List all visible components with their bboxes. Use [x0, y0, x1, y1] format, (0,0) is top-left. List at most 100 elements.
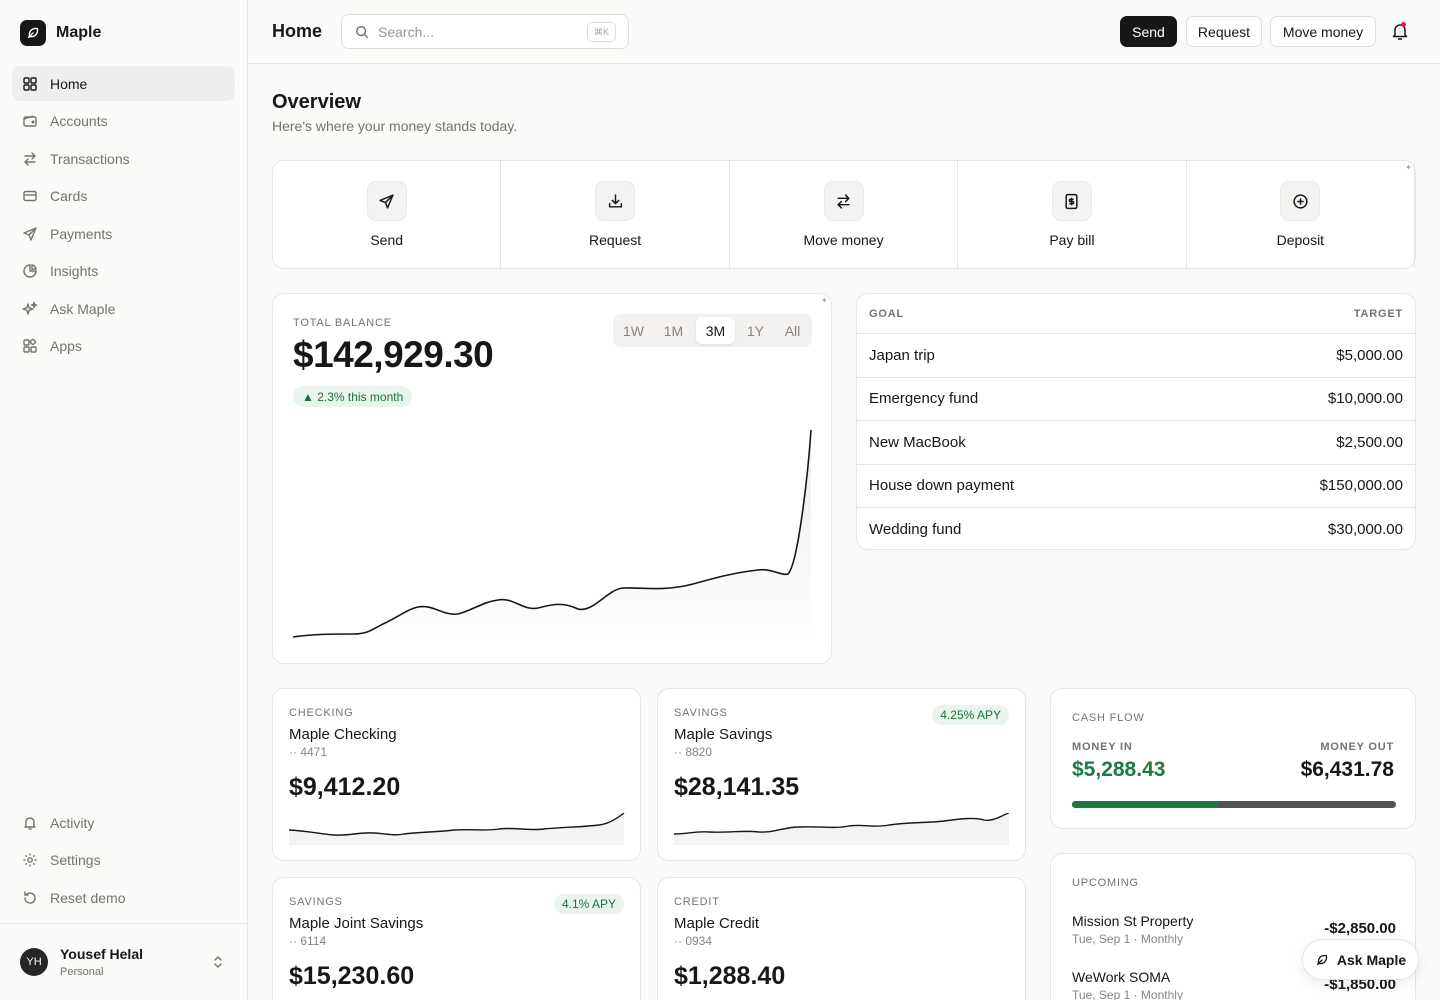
goal-target: $150,000.00: [1319, 477, 1403, 495]
account-number: ·· 8820: [674, 745, 713, 759]
goals-header: GOAL TARGET: [857, 294, 1415, 334]
quick-action-label: Deposit: [1276, 232, 1325, 248]
account-name: Maple Joint Savings: [289, 915, 424, 932]
chevron-up-down-icon[interactable]: [212, 954, 224, 970]
quick-action-deposit[interactable]: Deposit: [1187, 161, 1416, 268]
gear-icon: [23, 853, 37, 867]
apps-icon: [23, 338, 37, 353]
sidebar-item-accounts[interactable]: Accounts: [12, 104, 235, 139]
user-name: Yousef Helal: [60, 946, 143, 962]
reset-icon: [24, 890, 36, 904]
sidebar-nav: Home Accounts Transactions Cards Payment…: [12, 66, 235, 366]
quick-action-move-money[interactable]: Move money: [730, 161, 959, 268]
goal-target: $30,000.00: [1327, 521, 1403, 539]
sidebar-item-transactions[interactable]: Transactions: [12, 141, 235, 176]
sidebar-item-label: Payments: [50, 225, 113, 242]
account-balance: $1,288.40: [674, 962, 786, 990]
range-1m[interactable]: 1M: [655, 317, 692, 344]
table-row[interactable]: Japan trip $5,000.00: [857, 334, 1415, 378]
cash-flow-bar-in: [1072, 801, 1219, 808]
sidebar-item-payments[interactable]: Payments: [12, 216, 235, 251]
quick-action-label: Send: [370, 232, 404, 248]
send-button[interactable]: Send: [1120, 16, 1177, 47]
sidebar-item-cards[interactable]: Cards: [12, 179, 235, 214]
sidebar-item-settings[interactable]: Settings: [12, 843, 235, 878]
sidebar-item-ask-maple[interactable]: Ask Maple: [12, 291, 235, 326]
table-row[interactable]: House down payment $150,000.00: [857, 465, 1415, 508]
account-card-joint-savings[interactable]: SAVINGS 4.1% APY Maple Joint Savings ·· …: [272, 877, 641, 1000]
quick-action-request[interactable]: Request: [501, 161, 730, 268]
brand[interactable]: Maple: [20, 20, 101, 46]
money-out-value: $6,431.78: [1300, 758, 1394, 781]
range-1y[interactable]: 1Y: [739, 317, 772, 344]
account-number: ·· 4471: [289, 745, 328, 759]
sidebar: Maple Home Accounts Transactions Cards P…: [0, 0, 248, 1000]
ask-maple-button[interactable]: Ask Maple: [1302, 939, 1419, 980]
quick-action-send[interactable]: Send: [273, 161, 502, 268]
account-balance: $9,412.20: [289, 773, 401, 801]
table-row[interactable]: Emergency fund $10,000.00: [857, 378, 1415, 421]
range-selector: 1W 1M 3M 1Y All: [613, 314, 812, 347]
sidebar-item-label: Activity: [50, 814, 95, 831]
account-type: CREDIT: [674, 896, 720, 908]
sidebar-item-label: Accounts: [50, 113, 108, 129]
sidebar-item-insights[interactable]: Insights: [12, 254, 235, 289]
quick-action-label: Request: [589, 232, 642, 248]
account-sparkline: [674, 813, 1010, 845]
account-name: Maple Checking: [289, 726, 397, 743]
sidebar-item-activity[interactable]: Activity: [12, 805, 235, 840]
range-1w[interactable]: 1W: [616, 317, 651, 344]
account-card-checking[interactable]: CHECKING Maple Checking ·· 4471 $9,412.2…: [272, 688, 641, 861]
search-input[interactable]: [378, 23, 578, 41]
sidebar-item-label: Reset demo: [50, 889, 126, 906]
account-number: ·· 6114: [289, 934, 327, 948]
user-menu[interactable]: YH Yousef Helal Personal: [0, 923, 247, 1000]
sidebar-item-apps[interactable]: Apps: [12, 329, 235, 364]
goal-target: $5,000.00: [1336, 346, 1403, 364]
request-button[interactable]: Request: [1186, 16, 1262, 47]
goal-target: $2,500.00: [1336, 433, 1403, 451]
quick-action-pay-bill[interactable]: Pay bill: [958, 161, 1187, 268]
account-card-savings[interactable]: SAVINGS 4.25% APY Maple Savings ·· 8820 …: [657, 688, 1026, 861]
arrows-icon: [24, 151, 36, 166]
goal-name: House down payment: [869, 477, 1015, 495]
move-money-button[interactable]: Move money: [1270, 16, 1376, 47]
bell-icon: [24, 816, 36, 830]
plus-circle-icon: [1280, 181, 1321, 221]
upcoming-title: UPCOMING: [1072, 877, 1139, 889]
notifications-button[interactable]: [1391, 20, 1409, 42]
balance-amount: $142,929.30: [293, 334, 494, 375]
balance-card: TOTAL BALANCE $142,929.30 ▲ 2.3% this mo…: [272, 293, 832, 664]
sidebar-item-label: Insights: [50, 263, 99, 279]
search-box[interactable]: ⌘K: [341, 14, 629, 49]
cash-flow-card: CASH FLOW MONEY IN MONEY OUT $5,288.43 $…: [1050, 688, 1416, 829]
pie-icon: [23, 264, 37, 278]
search-shortcut: ⌘K: [586, 22, 616, 42]
overview-title: Overview: [272, 91, 361, 113]
account-card-credit[interactable]: CREDIT Maple Credit ·· 0934 $1,288.40: [657, 877, 1026, 1000]
goal-name: Japan trip: [869, 346, 935, 364]
bell-icon: [1392, 24, 1408, 40]
range-3m[interactable]: 3M: [695, 317, 735, 344]
sparkles-icon: [22, 301, 38, 315]
grid-icon: [23, 76, 37, 91]
table-row[interactable]: New MacBook $2,500.00: [857, 421, 1415, 465]
money-in-value: $5,288.43: [1072, 758, 1166, 781]
notification-dot: [1401, 22, 1406, 27]
goals-table: GOAL TARGET Japan trip $5,000.00 Emergenc…: [856, 293, 1416, 550]
table-row[interactable]: Wedding fund $30,000.00: [857, 508, 1415, 549]
account-name: Maple Savings: [674, 726, 773, 743]
range-all[interactable]: All: [776, 317, 809, 344]
account-balance: $15,230.60: [289, 962, 415, 990]
balance-change-badge: ▲ 2.3% this month: [293, 386, 413, 407]
upcoming-amount: -$2,850.00: [1324, 920, 1396, 937]
apy-badge: 4.1% APY: [553, 894, 624, 914]
sidebar-item-label: Transactions: [50, 150, 130, 167]
sidebar-item-reset-demo[interactable]: Reset demo: [12, 880, 235, 915]
sparkle-icon: ✦: [821, 296, 828, 305]
account-name: Maple Credit: [674, 915, 760, 932]
page-title: Home: [272, 21, 323, 41]
bill-icon: [1051, 181, 1092, 221]
sidebar-item-home[interactable]: Home: [12, 66, 235, 101]
download-icon: [595, 181, 636, 221]
